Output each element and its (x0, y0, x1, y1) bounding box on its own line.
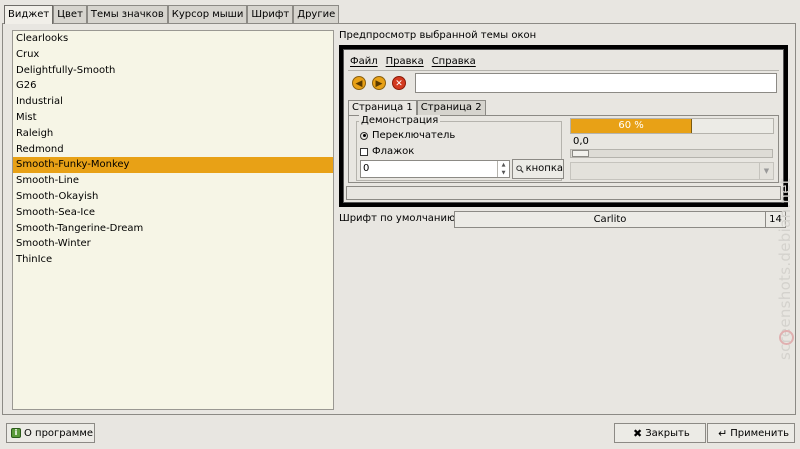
preview-menubar: Файл Правка Справка (350, 56, 476, 67)
checkbox-label: Флажок (372, 146, 415, 157)
demo-group-label: Демонстрация (359, 115, 441, 126)
close-button-label: Закрыть (645, 427, 690, 439)
menubar-divider (348, 70, 779, 71)
tab-page-1[interactable]: Страница 1 (348, 100, 417, 115)
preview-label: Предпросмотр выбранной темы окон (339, 30, 537, 41)
close-button[interactable]: ✖ Закрыть (614, 423, 706, 443)
list-item[interactable]: Smooth-Okayish (13, 189, 333, 205)
list-item[interactable]: Redmond (13, 142, 333, 158)
demo-button[interactable]: кнопка (512, 159, 564, 179)
slider-handle[interactable] (572, 150, 589, 157)
preview-tab-panel: Демонстрация Переключатель Флажок 0 ▲▼ (348, 115, 779, 183)
info-icon: i (11, 428, 21, 438)
list-item[interactable]: Smooth-Tangerine-Dream (13, 221, 333, 237)
spin-value: 0 (363, 163, 370, 174)
progress-bar: 60 % (570, 118, 774, 134)
about-button[interactable]: i О программе (6, 423, 95, 443)
scale-slider[interactable] (570, 149, 773, 158)
apply-button-label: Применить (730, 427, 790, 439)
list-item[interactable]: Raleigh (13, 126, 333, 142)
progress-text: 60 % (618, 120, 644, 131)
list-item[interactable]: Clearlooks (13, 31, 333, 47)
progress-fill: 60 % (571, 119, 693, 133)
list-item[interactable]: Industrial (13, 94, 333, 110)
list-item[interactable]: Smooth-Sea-Ice (13, 205, 333, 221)
list-item[interactable]: Crux (13, 47, 333, 63)
stop-icon[interactable]: ✕ (392, 76, 406, 90)
chevron-down-icon[interactable]: ▼ (759, 163, 773, 179)
tab-icon-themes[interactable]: Темы значков (86, 5, 168, 23)
theme-list[interactable]: Clearlooks Crux Delightfully-Smooth G26 … (12, 30, 334, 410)
list-item[interactable]: ThinIce (13, 252, 333, 268)
radio-label: Переключатель (372, 130, 456, 141)
menu-file[interactable]: Файл (350, 56, 378, 67)
font-select-button[interactable]: Carlito 14 (454, 211, 786, 228)
search-icon (516, 165, 524, 173)
list-item[interactable]: Smooth-Winter (13, 236, 333, 252)
font-name: Carlito (593, 214, 627, 225)
back-icon[interactable]: ◀ (352, 76, 366, 90)
list-item[interactable]: Smooth-Line (13, 173, 333, 189)
spin-arrows-icon[interactable]: ▲ ▼ (497, 161, 509, 177)
toolbar-entry[interactable] (415, 73, 777, 93)
menu-edit[interactable]: Правка (386, 56, 424, 67)
watermark-logo-icon (779, 330, 794, 345)
demo-group: Демонстрация Переключатель Флажок 0 ▲▼ (356, 115, 564, 181)
radio-indicator[interactable] (360, 131, 368, 140)
close-icon: ✖ (633, 426, 643, 440)
list-item[interactable]: Mist (13, 110, 333, 126)
checkbox-indicator[interactable] (360, 147, 368, 156)
menu-help[interactable]: Справка (432, 56, 476, 67)
apply-button[interactable]: ↵ Применить (707, 423, 795, 443)
combo-box[interactable]: ▼ (570, 162, 774, 180)
checkbox[interactable]: Флажок (360, 146, 414, 157)
preview-statusbar (346, 186, 781, 200)
preview-toolbar: ◀ ▶ ✕ (348, 72, 779, 94)
tab-color[interactable]: Цвет (53, 5, 87, 23)
tab-other[interactable]: Другие (293, 5, 340, 23)
tab-mouse-cursor[interactable]: Курсор мыши (167, 5, 248, 23)
apply-icon: ↵ (718, 426, 728, 440)
tab-widget[interactable]: Виджет (4, 5, 54, 24)
tab-page-2[interactable]: Страница 2 (416, 100, 486, 115)
preview-tabs: Страница 1 Страница 2 (348, 100, 486, 115)
list-item[interactable]: Delightfully-Smooth (13, 63, 333, 79)
preview-window: Файл Правка Справка ◀ ▶ ✕ Страница 1 Стр… (339, 45, 788, 207)
spin-input[interactable]: 0 ▲ ▼ (360, 160, 510, 178)
demo-button-label: кнопка (525, 163, 563, 174)
forward-icon[interactable]: ▶ (372, 76, 386, 90)
radio-button[interactable]: Переключатель (360, 130, 455, 141)
scale-value: 0,0 (573, 136, 589, 147)
default-font-label: Шрифт по умолчанию: (339, 213, 459, 224)
list-item-selected[interactable]: Smooth-Funky-Monkey (13, 157, 333, 174)
tab-font[interactable]: Шрифт (247, 5, 294, 23)
main-tabs: Виджет Цвет Темы значков Курсор мыши Шри… (4, 5, 340, 24)
list-item[interactable]: G26 (13, 78, 333, 94)
about-button-label: О программе (24, 427, 94, 439)
